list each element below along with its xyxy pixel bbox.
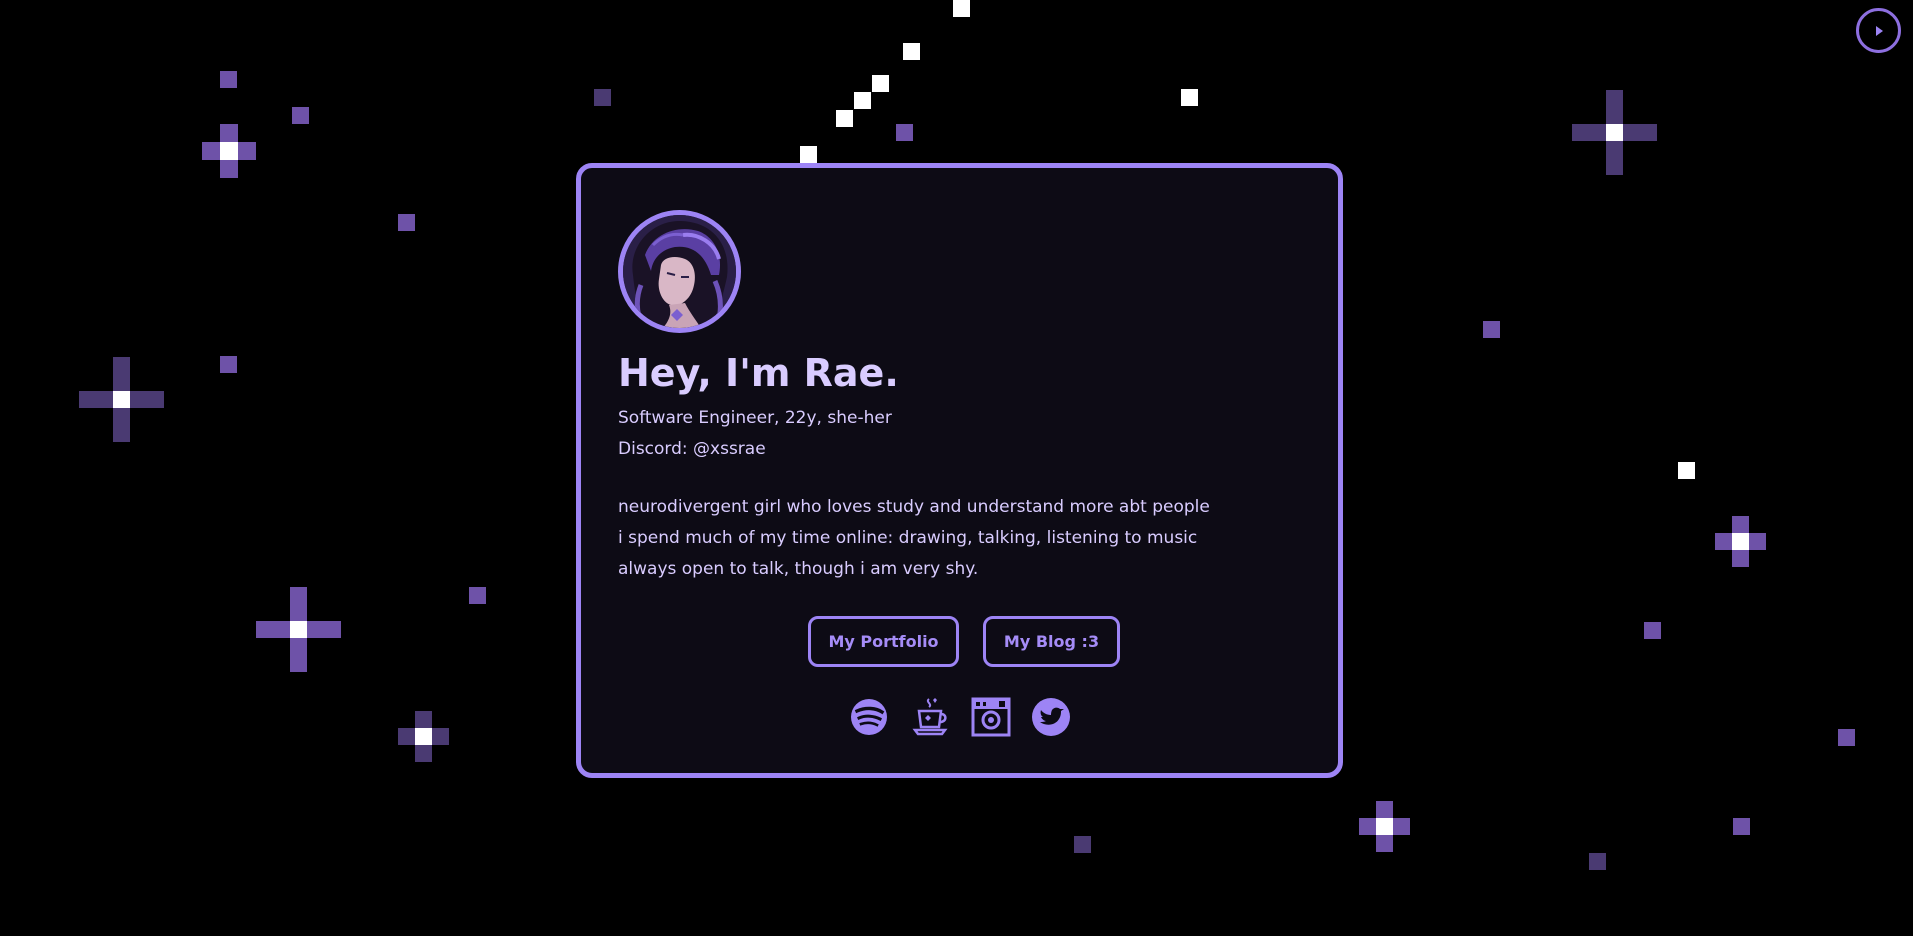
star-pixel [130,391,147,408]
star-pixel [415,745,432,762]
star-pixel [113,391,130,408]
bio-line: always open to talk, though i am very sh… [618,559,979,579]
star-pixel [854,92,871,109]
star-pixel [273,621,290,638]
play-icon [1875,25,1883,36]
star-pixel [1376,835,1393,852]
star-pixel [1606,141,1623,158]
star-pixel [1376,801,1393,818]
star-pixel [903,43,920,60]
bio-line: neurodivergent girl who loves study and … [618,497,1210,517]
star-pixel [220,356,237,373]
profile-card: Hey, I'm Rae. Software Engineer, 22y, sh… [576,163,1343,778]
spotify-icon [851,699,887,735]
star-pixel [290,621,307,638]
star-pixel [415,711,432,728]
star-pixel [1732,533,1749,550]
ko-fi-cup-icon [912,698,948,736]
twitter-icon [1032,698,1070,736]
star-pixel [1678,462,1695,479]
star-pixel [1732,550,1749,567]
star-pixel [1623,124,1640,141]
star-pixel [1359,818,1376,835]
star-pixel [872,75,889,92]
star-pixel [220,160,238,178]
instagram-link[interactable] [971,697,1011,737]
star-pixel [290,638,307,655]
star-pixel [1733,818,1750,835]
star-pixel [1181,89,1198,106]
star-pixel [1640,124,1657,141]
star-pixel [113,357,130,374]
star-pixel [1483,321,1500,338]
star-pixel [96,391,113,408]
star-pixel [79,391,96,408]
star-pixel [1376,818,1393,835]
star-pixel [836,110,853,127]
star-pixel [238,142,256,160]
star-pixel [220,124,238,142]
job-subtitle: Software Engineer, 22y, she-her [618,408,892,428]
avatar-illustration [623,215,736,328]
star-pixel [1393,818,1410,835]
music-play-button[interactable] [1856,8,1901,53]
star-pixel [1732,516,1749,533]
star-pixel [290,604,307,621]
star-pixel [1589,853,1606,870]
star-pixel [292,107,309,124]
star-pixel [469,587,486,604]
star-pixel [1074,836,1091,853]
star-pixel [202,142,220,160]
star-pixel [1606,107,1623,124]
twitter-link[interactable] [1031,697,1071,737]
portfolio-button[interactable]: My Portfolio [808,616,959,667]
star-pixel [113,425,130,442]
star-pixel [113,374,130,391]
star-pixel [324,621,341,638]
star-pixel [1606,158,1623,175]
star-pixel [896,124,913,141]
star-pixel [220,71,237,88]
star-pixel [290,655,307,672]
star-pixel [1606,90,1623,107]
spotify-link[interactable] [849,697,889,737]
star-pixel [307,621,324,638]
star-pixel [1838,729,1855,746]
star-pixel [256,621,273,638]
star-pixel [1606,124,1623,141]
star-pixel [1572,124,1589,141]
star-pixel [220,142,238,160]
star-pixel [1589,124,1606,141]
star-pixel [1644,622,1661,639]
blog-button[interactable]: My Blog :3 [983,616,1120,667]
star-pixel [1749,533,1766,550]
star-pixel [800,146,817,163]
star-pixel [1715,533,1732,550]
star-pixel [415,728,432,745]
star-pixel [432,728,449,745]
avatar [618,210,741,333]
discord-handle: Discord: @xssrae [618,439,766,459]
star-pixel [953,0,970,17]
star-pixel [594,89,611,106]
bio-line: i spend much of my time online: drawing,… [618,528,1198,548]
star-pixel [290,587,307,604]
star-pixel [147,391,164,408]
instagram-icon [971,697,1011,737]
star-pixel [398,728,415,745]
ko-fi-link[interactable] [911,697,951,737]
star-pixel [113,408,130,425]
page-title: Hey, I'm Rae. [618,351,899,395]
star-pixel [398,214,415,231]
